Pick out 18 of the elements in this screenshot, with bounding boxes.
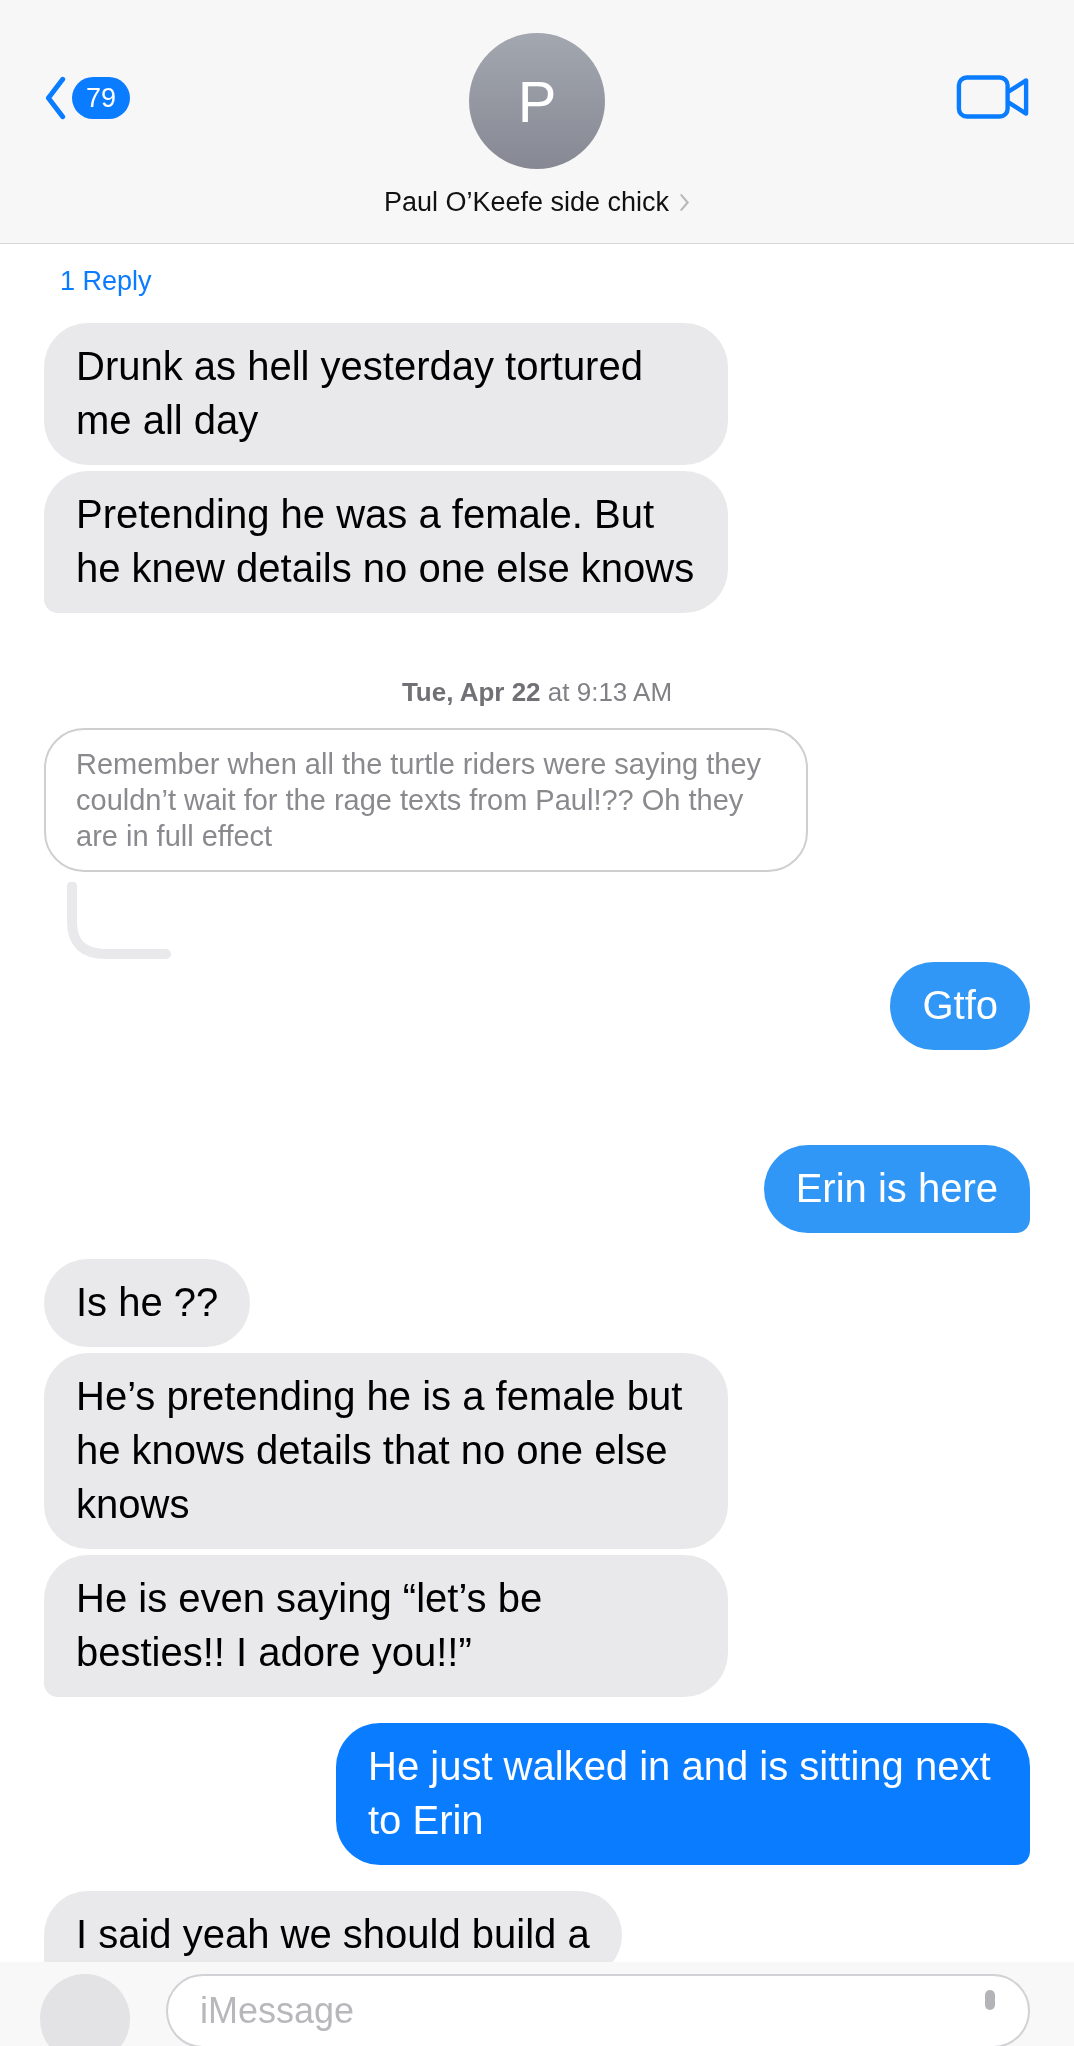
contact-name[interactable]: Paul O’Keefe side chick — [383, 187, 670, 218]
video-call-icon[interactable] — [956, 73, 1030, 121]
chevron-right-icon — [679, 193, 691, 212]
reply-count-link[interactable]: 1 Reply — [60, 266, 152, 297]
back-icon[interactable] — [44, 76, 66, 120]
timestamp: Tue, Apr 22 at 9:13 AM — [401, 677, 673, 708]
unread-count-badge[interactable]: 79 — [72, 76, 131, 120]
received-message-bubble: Is he ?? — [44, 1259, 251, 1347]
received-message-bubble: Pretending he was a female. But he knew details no one else knows — [44, 471, 728, 613]
received-message-bubble: Drunk as hell yesterday tortured me all day — [44, 323, 728, 465]
received-message-bubble: He is even saying “let’s be besties!! I adore you!!” — [44, 1555, 728, 1697]
sent-message-bubble: Erin is here — [763, 1145, 1030, 1233]
sent-message-bubble: Gtfo — [890, 962, 1030, 1050]
sent-message-bubble: He just walked in and is sitting next to Erin — [336, 1723, 1030, 1865]
received-message-bubble: He’s pretending he is a female but he knows details that no one else knows — [44, 1353, 728, 1549]
contact-avatar[interactable]: P — [469, 33, 605, 169]
message-input-field[interactable]: iMessage — [166, 1974, 1030, 2046]
reply-preview-bubble[interactable]: Remember when all the turtle riders were saying they couldn’t wait for the rage texts from Paul!?? Oh they are in full effect — [44, 728, 808, 872]
